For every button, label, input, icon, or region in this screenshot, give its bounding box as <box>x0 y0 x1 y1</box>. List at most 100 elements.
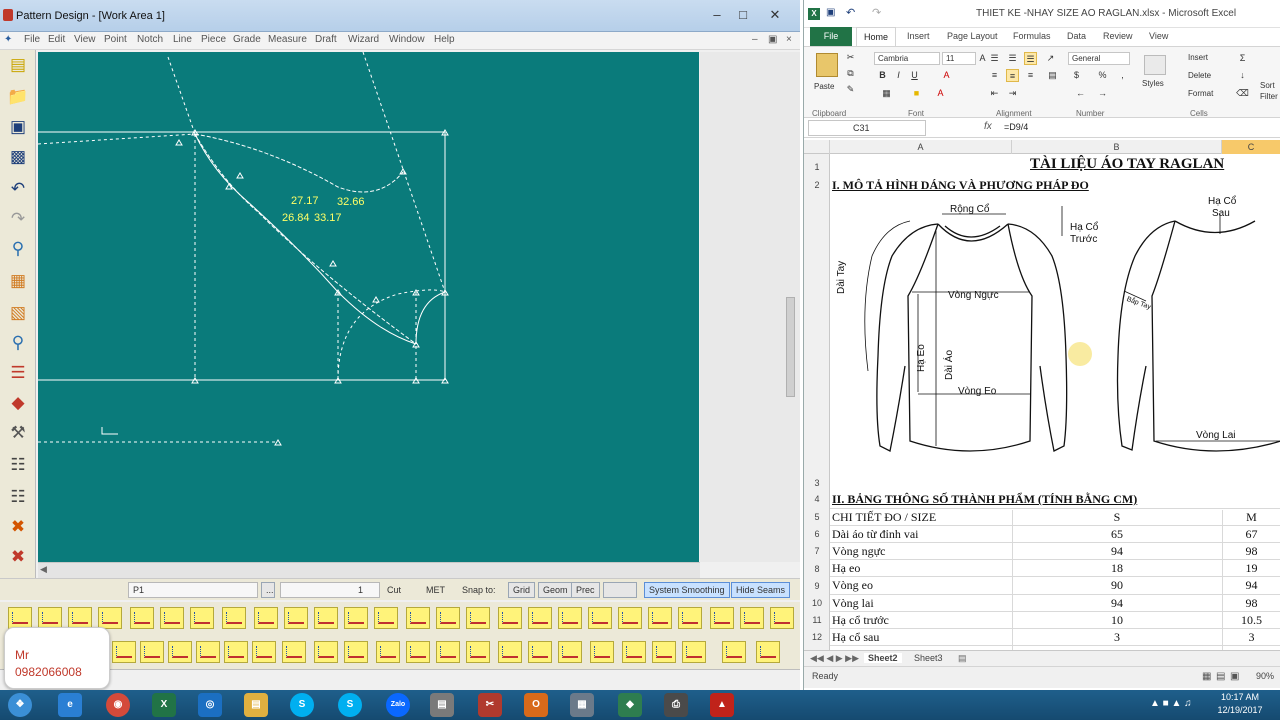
draft-tool-icon[interactable] <box>130 607 154 629</box>
list-icon[interactable]: ☷ <box>6 454 30 476</box>
clock-date[interactable]: 12/19/2017 <box>1210 705 1270 715</box>
blank-button[interactable] <box>603 582 637 598</box>
tab-review[interactable]: Review <box>1103 31 1133 41</box>
work-area-canvas[interactable]: 27.17 32.66 26.84 33.17 <box>38 52 699 562</box>
snap-prec-button[interactable]: Prec <box>571 582 600 598</box>
align-center-icon[interactable]: ≡ <box>1006 69 1019 82</box>
draft-tool-icon[interactable] <box>710 607 734 629</box>
undo-icon[interactable]: ↶ <box>846 6 855 19</box>
draft-tool-icon[interactable] <box>68 607 92 629</box>
indent-decrease-icon[interactable]: ⇤ <box>988 87 1001 100</box>
sort-filter-button[interactable]: Sort <box>1260 81 1275 90</box>
draft-tool-icon[interactable] <box>436 641 460 663</box>
italic-icon[interactable]: I <box>892 69 905 82</box>
row-header[interactable]: 2 <box>804 180 830 190</box>
draft-tool-icon[interactable] <box>466 641 490 663</box>
align-right-icon[interactable]: ≡ <box>1024 69 1037 82</box>
draft-tool-icon[interactable] <box>252 641 276 663</box>
zoom-fit-icon[interactable]: ▧ <box>6 302 30 324</box>
column-header-corner[interactable] <box>804 140 830 154</box>
menu-piece[interactable]: Piece <box>201 34 226 45</box>
draft-tool-icon[interactable] <box>168 641 192 663</box>
draft-tool-icon[interactable] <box>678 607 702 629</box>
skype-icon[interactable]: S <box>290 693 314 717</box>
tab-view[interactable]: View <box>1149 31 1168 41</box>
row-header[interactable]: 10 <box>804 598 830 608</box>
draft-tool-icon[interactable] <box>528 641 552 663</box>
scroll-left-icon[interactable]: ◀ <box>40 564 47 575</box>
menu-file[interactable]: File <box>24 34 40 45</box>
pdf-icon[interactable]: ▲ <box>710 693 734 717</box>
borders-icon[interactable]: ▦ <box>880 87 893 100</box>
font-color-icon[interactable]: A <box>940 69 953 82</box>
draft-tool-icon[interactable] <box>254 607 278 629</box>
menu-help[interactable]: Help <box>434 34 455 45</box>
menu-window[interactable]: Window <box>389 34 425 45</box>
table-icon[interactable]: ☷ <box>6 486 30 508</box>
worksheet-grid[interactable]: TÀI LIỆU ÁO TAY RAGLAN I. MÔ TẢ HÌNH DÁN… <box>830 154 1280 650</box>
draft-tool-icon[interactable] <box>756 641 780 663</box>
page-layout-view-icon[interactable]: ▤ <box>1216 671 1225 682</box>
page-break-view-icon[interactable]: ▣ <box>1230 671 1239 682</box>
comma-icon[interactable]: , <box>1116 69 1129 82</box>
open-folder-icon[interactable]: 📁 <box>6 86 30 108</box>
format-painter-icon[interactable]: ✎ <box>844 83 857 96</box>
draft-tool-icon[interactable] <box>98 607 122 629</box>
zoom-level[interactable]: 90% <box>1256 671 1274 681</box>
redo-icon[interactable]: ↷ <box>6 208 30 230</box>
draft-tool-icon[interactable] <box>344 607 368 629</box>
sheet-tab-sheet3[interactable]: Sheet3 <box>914 653 943 663</box>
draft-tool-icon[interactable] <box>618 607 642 629</box>
row-header[interactable]: 11 <box>804 615 830 625</box>
menu-line[interactable]: Line <box>173 34 192 45</box>
indent-increase-icon[interactable]: ⇥ <box>1006 87 1019 100</box>
tray-icons[interactable]: ▲ ■ ▲ ♫ <box>1150 698 1192 709</box>
copy-icon[interactable]: ⧉ <box>844 67 857 80</box>
row-header[interactable]: 3 <box>804 478 830 488</box>
number-format-select[interactable]: General <box>1068 52 1130 65</box>
vertical-scrollbar[interactable] <box>700 52 800 562</box>
align-left-icon[interactable]: ≡ <box>988 69 1001 82</box>
menu-notch[interactable]: Notch <box>137 34 163 45</box>
insert-cells-button[interactable]: Insert <box>1188 53 1208 62</box>
snap-grid-button[interactable]: Grid <box>508 582 536 598</box>
formula-input[interactable]: =D9/4 <box>1004 122 1028 132</box>
horizontal-scrollbar[interactable]: ◀ <box>38 562 700 578</box>
fill-icon[interactable]: ↓ <box>1236 69 1249 82</box>
draft-tool-icon[interactable] <box>344 641 368 663</box>
draft-tool-icon[interactable] <box>314 641 338 663</box>
autosum-icon[interactable]: Σ <box>1236 52 1249 65</box>
cancel-icon[interactable]: ✖ <box>6 516 30 538</box>
sheet-nav-icon[interactable]: ◀◀ ◀ ▶ ▶▶ <box>810 653 859 664</box>
column-header-c[interactable]: C <box>1222 140 1280 154</box>
tab-data[interactable]: Data <box>1067 31 1086 41</box>
menu-draft[interactable]: Draft <box>315 34 337 45</box>
tab-file[interactable]: File <box>810 27 852 46</box>
draft-tool-icon[interactable] <box>436 607 460 629</box>
row-header[interactable]: 6 <box>804 529 830 539</box>
menu-point[interactable]: Point <box>104 34 127 45</box>
clear-icon[interactable]: ⌫ <box>1236 87 1249 100</box>
menu-edit[interactable]: Edit <box>48 34 65 45</box>
row-header[interactable]: 4 <box>804 494 830 504</box>
draft-tool-icon[interactable] <box>528 607 552 629</box>
tab-insert[interactable]: Insert <box>907 31 930 41</box>
draft-tool-icon[interactable] <box>282 641 306 663</box>
paste-button[interactable]: Paste <box>814 82 834 91</box>
redo-icon[interactable]: ↷ <box>872 6 881 19</box>
row-header[interactable]: 12 <box>804 632 830 642</box>
teamviewer-icon[interactable]: ◎ <box>198 693 222 717</box>
draft-tool-icon[interactable] <box>376 641 400 663</box>
draft-tool-icon[interactable] <box>652 641 676 663</box>
minimize-icon[interactable]: – <box>705 6 729 24</box>
folder-icon[interactable]: ▤ <box>244 693 268 717</box>
font-size-select[interactable]: 11 <box>942 52 976 65</box>
row-header[interactable]: 1 <box>804 162 830 172</box>
styles-icon[interactable] <box>1144 55 1166 75</box>
row-header[interactable]: 5 <box>804 512 830 522</box>
browse-button[interactable]: ... <box>261 582 275 598</box>
delete-cells-button[interactable]: Delete <box>1188 71 1211 80</box>
scroll-thumb[interactable] <box>786 297 795 397</box>
new-file-icon[interactable]: ▤ <box>6 54 30 76</box>
layers-icon[interactable]: ☰ <box>6 362 30 384</box>
